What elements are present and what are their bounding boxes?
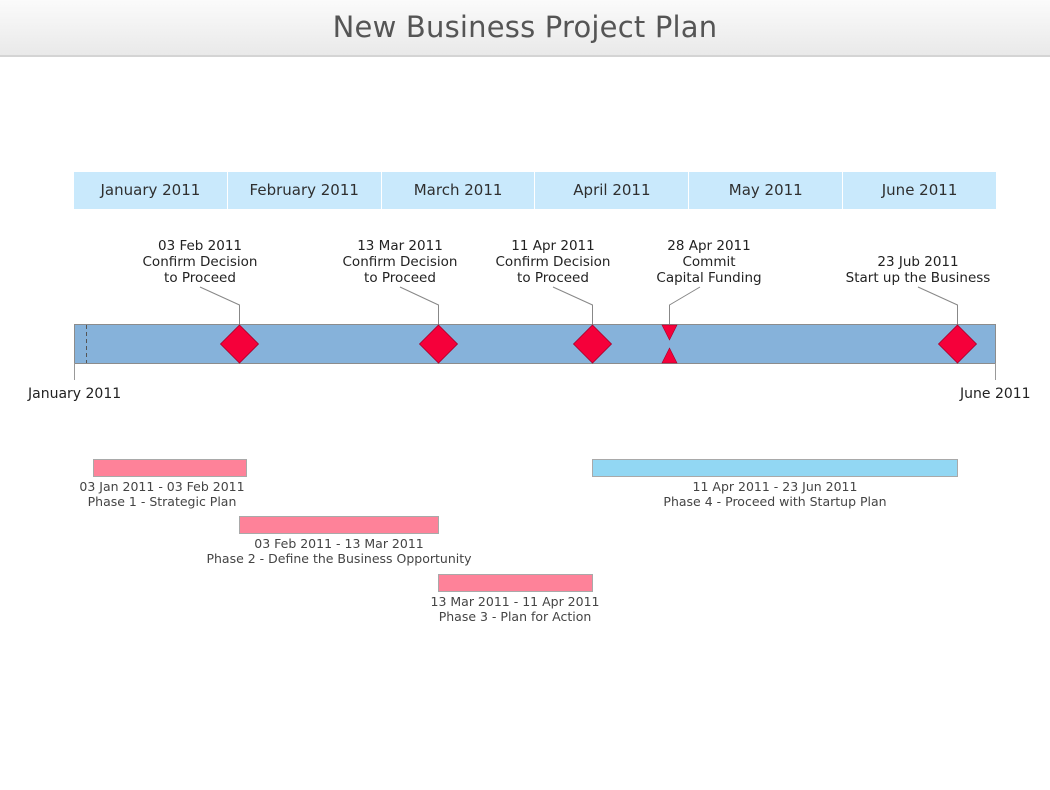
phase-name: Phase 3 - Plan for Action: [438, 609, 592, 624]
axis-start-label: January 2011: [28, 386, 122, 402]
milestone-diamond: [937, 324, 978, 364]
month-february: February 2011: [227, 172, 382, 209]
milestone-title: Commit: [682, 254, 736, 270]
milestone-title: Confirm Decision: [342, 254, 458, 270]
month-may: May 2011: [689, 172, 844, 209]
timeline-graphic: [74, 286, 996, 380]
phase-range: 03 Feb 2011 - 13 Mar 2011: [254, 536, 424, 551]
phase-bar-3: [438, 574, 593, 592]
milestone-title: to Proceed: [517, 270, 589, 286]
milestone-label: 03 Feb 2011 Confirm Decision to Proceed: [143, 238, 258, 286]
phase-bar-1: [93, 459, 247, 477]
phase-range: 11 Apr 2011 - 23 Jun 2011: [692, 479, 858, 494]
milestone-date: 28 Apr 2011: [667, 238, 751, 254]
month-april: April 2011: [535, 172, 690, 209]
milestone-label: 23 Jub 2011 Start up the Business: [846, 254, 991, 286]
milestone-diamond: [219, 324, 260, 364]
milestone-title: Confirm Decision: [495, 254, 611, 270]
phase-label: 03 Jan 2011 - 03 Feb 2011 Phase 1 - Stra…: [79, 479, 244, 509]
phase-label: 03 Feb 2011 - 13 Mar 2011 Phase 2 - Defi…: [206, 536, 471, 566]
milestone-label: 11 Apr 2011 Confirm Decision to Proceed: [496, 238, 611, 286]
timeline-bar: [74, 324, 996, 364]
milestone-title: Capital Funding: [656, 270, 762, 286]
milestone-diamond: [418, 324, 459, 364]
milestone-date: 23 Jub 2011: [877, 254, 959, 270]
page-title: New Business Project Plan: [332, 10, 718, 44]
phase-label: 11 Apr 2011 - 23 Jun 2011 Phase 4 - Proc…: [663, 479, 886, 509]
phase-bar-2: [239, 516, 439, 534]
milestone-label: 13 Mar 2011 Confirm Decision to Proceed: [343, 238, 458, 286]
month-january: January 2011: [74, 172, 228, 209]
title-bar: New Business Project Plan: [0, 0, 1050, 57]
axis-end-label: June 2011: [960, 386, 1031, 402]
milestone-callout-line: [669, 286, 701, 325]
milestone-callout-line: [399, 286, 439, 325]
phase-range: 03 Jan 2011 - 03 Feb 2011: [79, 479, 245, 494]
milestone-date: 11 Apr 2011: [511, 238, 595, 254]
phase-range: 13 Mar 2011 - 11 Apr 2011: [430, 594, 600, 609]
phase-bar-4: [592, 459, 958, 477]
milestone-title: to Proceed: [364, 270, 436, 286]
milestone-hourglass-top: [661, 324, 678, 341]
month-march: March 2011: [381, 172, 536, 209]
milestone-hourglass-bottom: [661, 347, 678, 364]
milestone-date: 13 Mar 2011: [357, 238, 443, 254]
milestone-title: Start up the Business: [845, 270, 991, 286]
milestone-callout-line: [552, 286, 593, 325]
phase-name: Phase 1 - Strategic Plan: [87, 494, 237, 509]
phase-label: 13 Mar 2011 - 11 Apr 2011 Phase 3 - Plan…: [431, 594, 600, 624]
milestone-title: to Proceed: [164, 270, 236, 286]
phase-name: Phase 2 - Define the Business Opportunit…: [206, 551, 472, 566]
milestone-diamond: [572, 324, 613, 364]
milestone-title: Confirm Decision: [142, 254, 258, 270]
month-header: January 2011 February 2011 March 2011 Ap…: [74, 172, 996, 209]
milestone-label: 28 Apr 2011 Commit Capital Funding: [656, 238, 761, 286]
milestone-date: 03 Feb 2011: [157, 238, 243, 254]
milestone-callout-line: [917, 286, 958, 325]
phase-name: Phase 4 - Proceed with Startup Plan: [663, 494, 887, 509]
milestone-callout-line: [199, 286, 240, 325]
month-june: June 2011: [843, 172, 996, 209]
